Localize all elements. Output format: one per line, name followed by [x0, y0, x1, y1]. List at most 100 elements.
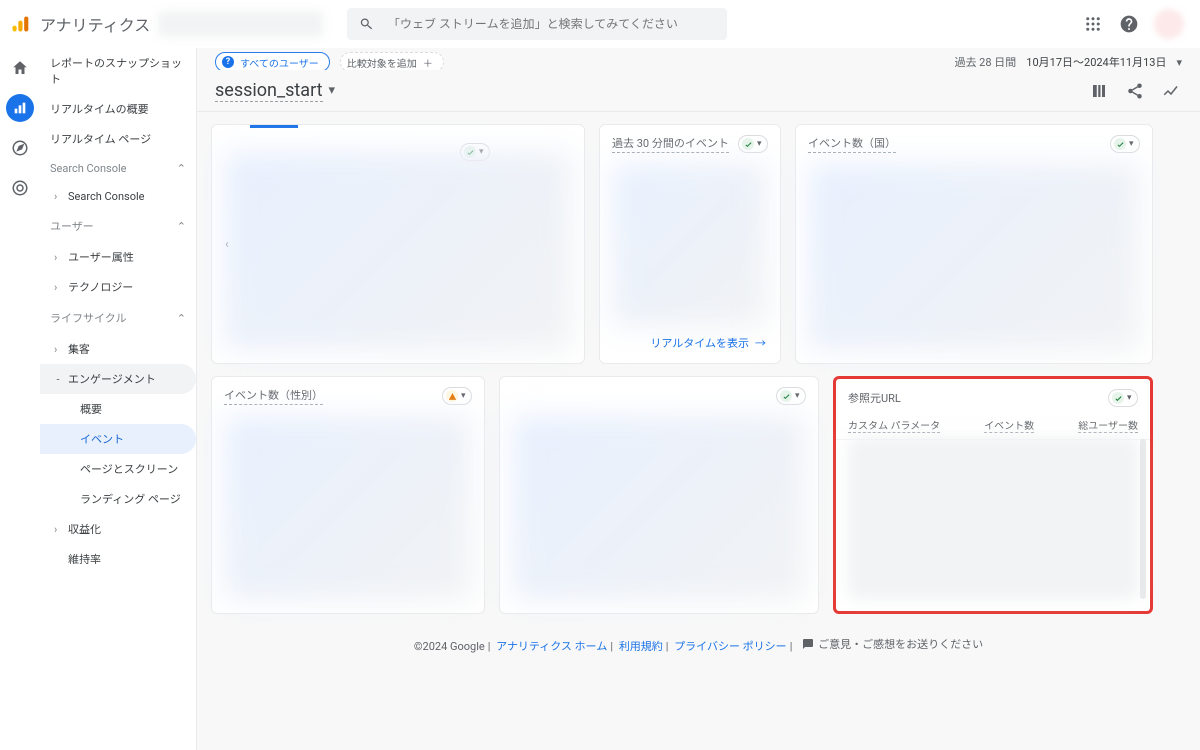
chip-all-users[interactable]: ?すべてのユーザー	[215, 52, 330, 72]
footer-link-home[interactable]: アナリティクス ホーム	[496, 640, 607, 653]
page-title: session_start	[215, 80, 323, 102]
minus-icon: -	[54, 373, 62, 386]
rail-explore[interactable]	[6, 134, 34, 162]
realtime-link[interactable]: リアルタイムを表示→	[650, 335, 766, 351]
topbar: アナリティクス	[0, 0, 1200, 48]
chevron-right-icon	[54, 343, 62, 356]
card-grid-row1: ‹ › ▾ 過去 30 分間のイベント ▾ リアルタイムを表示→ イベント数（国…	[197, 112, 1200, 376]
sidebar: レポートのスナップショット リアルタイムの概要 リアルタイム ページ Searc…	[40, 48, 196, 574]
customize-icon[interactable]	[1088, 80, 1110, 102]
blurred-chart	[808, 163, 1140, 351]
date-range-picker[interactable]: 過去 28 日間 10月17日〜2024年11月13日 ▾	[954, 54, 1182, 70]
share-icon[interactable]	[1124, 80, 1146, 102]
nav-section-search-console[interactable]: Search Console⌃	[40, 154, 196, 183]
chevron-down-icon: ▾	[1129, 139, 1134, 149]
card-status-ok[interactable]: ▾	[738, 135, 768, 153]
rail-advertising[interactable]	[6, 174, 34, 202]
tab-indicator	[250, 125, 298, 128]
ga-logo[interactable]: アナリティクス	[10, 12, 150, 36]
left-rail	[0, 48, 40, 202]
blurred-table	[848, 437, 1138, 599]
copyright: ©2024 Google	[414, 640, 485, 653]
check-icon	[742, 138, 754, 150]
card-status-warn[interactable]: ▾	[442, 387, 472, 405]
col-events: イベント数	[984, 417, 1034, 433]
nav-technology[interactable]: テクノロジー	[40, 272, 196, 302]
target-icon	[11, 179, 29, 197]
date-range-value: 10月17日〜2024年11月13日	[1026, 54, 1166, 70]
scrollbar[interactable]	[1140, 439, 1146, 599]
chip-add-comparison[interactable]: 比較対象を追加＋	[340, 52, 444, 72]
nav-retention[interactable]: 維持率	[40, 544, 196, 574]
chevron-up-icon: ⌃	[177, 312, 186, 325]
rail-reports[interactable]	[6, 94, 34, 122]
nav-engagement-events[interactable]: イベント	[40, 424, 196, 454]
insights-icon[interactable]	[1160, 80, 1182, 102]
blurred-chart	[612, 163, 768, 327]
nav-snapshot[interactable]: レポートのスナップショット	[40, 48, 196, 94]
title-actions	[1088, 80, 1182, 102]
check-icon	[780, 390, 792, 402]
card-status-ok[interactable]: ▾	[776, 387, 806, 405]
col-users: 総ユーザー数	[1078, 417, 1138, 433]
nav-monetization[interactable]: 収益化	[40, 514, 196, 544]
arrow-right-icon: →	[755, 335, 766, 351]
search-bar[interactable]	[347, 8, 727, 40]
nav-section-lifecycle[interactable]: ライフサイクル⌃	[40, 302, 196, 334]
card-grid-row2: イベント数（性別） ▾ ▾ 参照元URL ▾ カスタム パラメータ イベント数 …	[197, 376, 1200, 626]
date-range-label: 過去 28 日間	[954, 54, 1016, 70]
nav-engagement-overview[interactable]: 概要	[40, 394, 196, 424]
card-title: 参照元URL	[848, 390, 901, 407]
chevron-right-icon	[54, 281, 62, 294]
card-title: イベント数（性別）	[224, 387, 323, 405]
referrer-table-header: カスタム パラメータ イベント数 総ユーザー数	[836, 411, 1150, 440]
nav-engagement-pages[interactable]: ページとスクリーン	[40, 454, 196, 484]
topbar-actions	[1082, 9, 1184, 39]
chevron-right-icon	[54, 251, 62, 264]
property-selector[interactable]	[158, 11, 323, 37]
avatar[interactable]	[1154, 9, 1184, 39]
info-icon: ?	[222, 56, 234, 68]
card-title: 過去 30 分間のイベント	[612, 135, 729, 153]
card-referrer-url: 参照元URL ▾ カスタム パラメータ イベント数 総ユーザー数	[833, 376, 1153, 614]
card-status-ok[interactable]: ▾	[1108, 389, 1138, 407]
chevron-down-icon: ▾	[1127, 393, 1132, 403]
footer-link-terms[interactable]: 利用規約	[619, 640, 663, 653]
footer: ©2024 Google| アナリティクス ホーム| 利用規約| プライバシー …	[197, 626, 1200, 674]
chevron-down-icon: ▾	[795, 391, 800, 401]
help-icon[interactable]	[1118, 13, 1140, 35]
footer-feedback[interactable]: ご意見・ご感想をお送りください	[802, 636, 983, 652]
nav-engagement-landing[interactable]: ランディング ページ	[40, 484, 196, 514]
nav-acquisition[interactable]: 集客	[40, 334, 196, 364]
rail-home[interactable]	[6, 54, 34, 82]
search-input[interactable]	[388, 17, 715, 31]
nav-section-user[interactable]: ユーザー⌃	[40, 210, 196, 242]
card-events-by-country: イベント数（国） ▾	[795, 124, 1153, 364]
plus-icon: ＋	[423, 55, 433, 70]
card-realtime: 過去 30 分間のイベント ▾ リアルタイムを表示→	[599, 124, 781, 364]
chevron-down-icon: ▾	[1176, 56, 1182, 69]
chevron-down-icon: ▾	[461, 391, 466, 401]
title-dropdown[interactable]: ▾	[329, 83, 336, 98]
nav-realtime-overview[interactable]: リアルタイムの概要	[40, 94, 196, 124]
card-events-by-gender: イベント数（性別） ▾	[211, 376, 485, 614]
chevron-right-icon	[54, 523, 62, 536]
chevron-up-icon: ⌃	[177, 220, 186, 233]
footer-link-privacy[interactable]: プライバシー ポリシー	[674, 640, 787, 653]
nav-search-console-item[interactable]: Search Console	[40, 183, 196, 210]
blurred-chart	[512, 415, 806, 601]
apps-icon[interactable]	[1082, 13, 1104, 35]
content: ?すべてのユーザー 比較対象を追加＋ 過去 28 日間 10月17日〜2024年…	[196, 48, 1200, 750]
home-icon	[11, 59, 29, 77]
check-icon	[1112, 392, 1124, 404]
card-overview-carousel: ‹ › ▾	[211, 124, 585, 364]
card-blank: ▾	[499, 376, 819, 614]
check-icon	[1114, 138, 1126, 150]
search-icon	[359, 16, 374, 32]
explore-icon	[11, 139, 29, 157]
nav-realtime-page[interactable]: リアルタイム ページ	[40, 124, 196, 154]
nav-user-attributes[interactable]: ユーザー属性	[40, 242, 196, 272]
nav-engagement[interactable]: -エンゲージメント	[40, 364, 196, 394]
feedback-icon	[802, 638, 814, 650]
card-status-ok[interactable]: ▾	[1110, 135, 1140, 153]
